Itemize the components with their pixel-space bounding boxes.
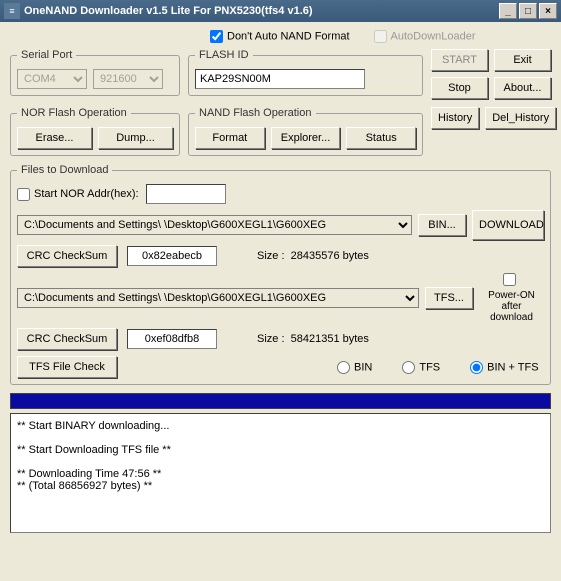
power-on-check[interactable]: Power-ON after download xyxy=(479,273,544,323)
baud-select[interactable]: 921600 xyxy=(93,69,163,89)
serial-port-legend: Serial Port xyxy=(17,49,76,61)
explorer-button[interactable]: Explorer... xyxy=(271,127,341,149)
com-port-select[interactable]: COM4 xyxy=(17,69,87,89)
bin-path-select[interactable]: C:\Documents and Settings\ \Desktop\G600… xyxy=(17,215,412,235)
flash-id-field[interactable] xyxy=(195,69,365,89)
format-button[interactable]: Format xyxy=(195,127,265,149)
crc2-button[interactable]: CRC CheckSum xyxy=(17,328,117,350)
crc1-button[interactable]: CRC CheckSum xyxy=(17,245,117,267)
nor-flash-legend: NOR Flash Operation xyxy=(17,107,131,119)
serial-port-group: Serial Port COM4 921600 xyxy=(10,49,180,96)
files-legend: Files to Download xyxy=(17,164,112,176)
size1-label: Size : 28435576 bytes xyxy=(257,250,369,262)
window-title: OneNAND Downloader v1.5 Lite For PNX5230… xyxy=(24,5,313,17)
status-button[interactable]: Status xyxy=(346,127,416,149)
bin-browse-button[interactable]: BIN... xyxy=(418,214,466,236)
tfs-path-select[interactable]: C:\Documents and Settings\ \Desktop\G600… xyxy=(17,288,419,308)
erase-button[interactable]: Erase... xyxy=(17,127,92,149)
download-button[interactable]: DOWNLOAD xyxy=(472,210,544,240)
minimize-button[interactable]: _ xyxy=(499,3,517,19)
del-history-button[interactable]: Del_History xyxy=(485,107,556,129)
crc1-field[interactable] xyxy=(127,246,217,266)
tfs-file-check-button[interactable]: TFS File Check xyxy=(17,356,117,378)
radio-tfs[interactable]: TFS xyxy=(402,361,440,374)
radio-bin-tfs[interactable]: BIN + TFS xyxy=(470,361,538,374)
size2-label: Size : 58421351 bytes xyxy=(257,333,369,345)
flash-id-group: FLASH ID xyxy=(188,49,423,96)
flash-id-legend: FLASH ID xyxy=(195,49,253,61)
titlebar: ≡ OneNAND Downloader v1.5 Lite For PNX52… xyxy=(0,0,561,22)
files-group: Files to Download Start NOR Addr(hex): C… xyxy=(10,164,551,385)
close-button[interactable]: × xyxy=(539,3,557,19)
about-button[interactable]: About... xyxy=(494,77,551,99)
nand-flash-group: NAND Flash Operation Format Explorer... … xyxy=(188,107,423,156)
app-icon: ≡ xyxy=(4,3,20,19)
crc2-field[interactable] xyxy=(127,329,217,349)
stop-button[interactable]: Stop xyxy=(431,77,488,99)
exit-button[interactable]: Exit xyxy=(494,49,551,71)
history-button[interactable]: History xyxy=(431,107,479,129)
radio-bin[interactable]: BIN xyxy=(337,361,372,374)
dump-button[interactable]: Dump... xyxy=(98,127,173,149)
log-output: ** Start BINARY downloading... ** Start … xyxy=(10,413,551,533)
nor-flash-group: NOR Flash Operation Erase... Dump... xyxy=(10,107,180,156)
start-button[interactable]: START xyxy=(431,49,488,71)
start-nor-addr-field[interactable] xyxy=(146,184,226,204)
progress-bar xyxy=(10,393,551,409)
tfs-browse-button[interactable]: TFS... xyxy=(425,287,473,309)
start-nor-addr-check[interactable]: Start NOR Addr(hex): xyxy=(17,188,139,200)
dont-auto-nand-check[interactable]: Don't Auto NAND Format xyxy=(210,30,350,43)
nand-flash-legend: NAND Flash Operation xyxy=(195,107,316,119)
auto-downloader-check[interactable]: AutoDownLoader xyxy=(374,30,476,43)
maximize-button[interactable]: □ xyxy=(519,3,537,19)
